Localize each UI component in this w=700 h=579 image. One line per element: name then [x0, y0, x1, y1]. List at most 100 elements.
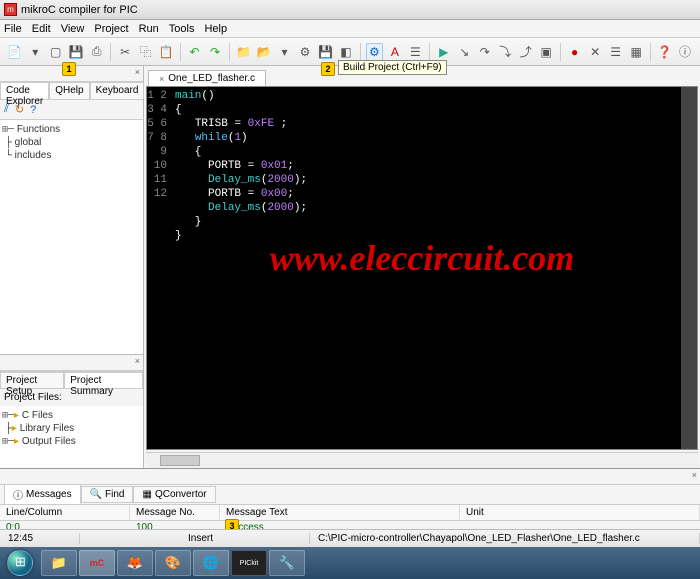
project-tabs: Project Setup Project Summary: [0, 371, 143, 389]
tab-project-setup[interactable]: Project Setup: [0, 372, 64, 388]
close-icon[interactable]: ×: [159, 74, 164, 84]
menu-view[interactable]: View: [61, 23, 85, 35]
save-icon[interactable]: 💾: [67, 43, 84, 61]
new-icon[interactable]: 📄: [6, 43, 23, 61]
project-close-icon[interactable]: ◧: [337, 43, 354, 61]
col-msgtxt[interactable]: Message Text: [220, 505, 460, 520]
step-out-icon[interactable]: ⤴: [517, 43, 534, 61]
pane-header: ×: [0, 469, 700, 485]
file-tab[interactable]: × One_LED_flasher.c: [148, 70, 266, 86]
separator: [650, 43, 651, 61]
copy-icon[interactable]: ⿻: [137, 43, 154, 61]
tab-keyboard[interactable]: Keyboard: [90, 82, 145, 99]
grid-icon: ▦: [142, 489, 151, 500]
task-mikroc[interactable]: mC: [79, 550, 115, 576]
tree-node: ⊞─▸ Output Files: [2, 435, 141, 448]
project-edit-icon[interactable]: ⚙: [296, 43, 313, 61]
separator: [110, 43, 111, 61]
bottom-tabs: ⓘMessages 🔍Find ▦QConvertor: [0, 485, 700, 505]
tab-code-explorer[interactable]: Code Explorer: [0, 82, 49, 99]
tree-node: ⊞─ Functions: [2, 123, 141, 136]
scrollbar-thumb[interactable]: [160, 455, 200, 466]
tab-find[interactable]: 🔍Find: [81, 486, 134, 503]
menu-tools[interactable]: Tools: [169, 23, 195, 35]
info-icon[interactable]: ⓘ: [676, 43, 693, 61]
separator: [560, 43, 561, 61]
build-icon[interactable]: ⚙: [366, 43, 383, 61]
step-icon[interactable]: ↘: [456, 43, 473, 61]
dropdown-icon[interactable]: ▾: [276, 43, 293, 61]
editor-area: × One_LED_flasher.c 1 2 3 4 5 6 7 8 9 10…: [144, 66, 700, 468]
app-icon: m: [4, 3, 17, 16]
stop-icon[interactable]: ▣: [537, 43, 554, 61]
tree-leaf: ├ global: [2, 136, 141, 149]
close-icon[interactable]: ×: [692, 470, 697, 480]
menu-project[interactable]: Project: [94, 23, 128, 35]
code-editor[interactable]: 1 2 3 4 5 6 7 8 9 10 11 12 main() { TRIS…: [146, 86, 698, 450]
open-icon[interactable]: ▢: [47, 43, 64, 61]
tab-qconvertor[interactable]: ▦QConvertor: [133, 486, 215, 503]
close-icon[interactable]: ×: [135, 67, 140, 77]
main-content-row: × Code Explorer QHelp Keyboard ⫽ ↻ ? ⊞─ …: [0, 66, 700, 468]
redo-icon[interactable]: ↷: [206, 43, 223, 61]
task-pickit[interactable]: PICkit: [231, 550, 267, 576]
cut-icon[interactable]: ✂: [116, 43, 133, 61]
tab-project-summary[interactable]: Project Summary: [64, 372, 143, 388]
menu-edit[interactable]: Edit: [32, 23, 51, 35]
code-explorer-tree[interactable]: ⊞─ Functions ├ global └ includes: [0, 120, 143, 354]
debug-icon[interactable]: ▶: [435, 43, 452, 61]
undo-icon[interactable]: ↶: [186, 43, 203, 61]
list-icon[interactable]: ☰: [607, 43, 624, 61]
menu-run[interactable]: Run: [139, 23, 159, 35]
tree-leaf: └ includes: [2, 149, 141, 162]
pane-header: ×: [0, 66, 143, 82]
step-over-icon[interactable]: ↷: [476, 43, 493, 61]
callout-2: 2: [321, 62, 335, 76]
compile-icon[interactable]: Α: [386, 43, 403, 61]
view-asm-icon[interactable]: ☰: [407, 43, 424, 61]
tab-qhelp[interactable]: QHelp: [49, 82, 89, 99]
project-files-tree[interactable]: ⊞─▸ C Files ├▸ Library Files ⊞─▸ Output …: [0, 406, 143, 468]
separator: [180, 43, 181, 61]
task-gimp[interactable]: 🎨: [155, 550, 191, 576]
menu-bar: File Edit View Project Run Tools Help: [0, 20, 700, 38]
help-icon[interactable]: ❓: [656, 43, 673, 61]
print-icon[interactable]: ⎙: [88, 43, 105, 61]
task-eagle[interactable]: 🔧: [269, 550, 305, 576]
pane-header: ×: [0, 355, 143, 371]
project-open-icon[interactable]: 📂: [255, 43, 272, 61]
separator: [360, 43, 361, 61]
breakpoint-icon[interactable]: ●: [566, 43, 583, 61]
window-title: mikroC compiler for PIC: [21, 4, 138, 16]
task-explorer[interactable]: 📁: [41, 550, 77, 576]
help-icon[interactable]: ?: [30, 104, 36, 116]
explorer-tabs: Code Explorer QHelp Keyboard: [0, 82, 143, 100]
search-icon: 🔍: [90, 489, 102, 500]
project-new-icon[interactable]: 📁: [235, 43, 252, 61]
status-mode: Insert: [180, 533, 310, 544]
separator: [429, 43, 430, 61]
code-icon[interactable]: ⫽: [4, 103, 9, 116]
task-chrome[interactable]: 🌐: [193, 550, 229, 576]
refresh-icon[interactable]: ↻: [15, 103, 24, 116]
watch-icon[interactable]: ✕: [586, 43, 603, 61]
step-into-icon[interactable]: ⤵: [497, 43, 514, 61]
tab-messages[interactable]: ⓘMessages: [4, 484, 81, 505]
col-linecol[interactable]: Line/Column: [0, 505, 130, 520]
paste-icon[interactable]: 📋: [157, 43, 174, 61]
close-icon[interactable]: ×: [135, 356, 140, 366]
horizontal-scrollbar[interactable]: [146, 452, 698, 468]
col-unit[interactable]: Unit: [460, 505, 700, 520]
project-save-icon[interactable]: 💾: [317, 43, 334, 61]
menu-help[interactable]: Help: [204, 23, 227, 35]
col-msgno[interactable]: Message No.: [130, 505, 220, 520]
task-firefox[interactable]: 🦊: [117, 550, 153, 576]
dropdown-icon[interactable]: ▾: [26, 43, 43, 61]
side-toolbar: ⫽ ↻ ?: [0, 100, 143, 120]
tool-icon[interactable]: ▦: [627, 43, 644, 61]
main-toolbar: 📄 ▾ ▢ 💾 ⎙ ✂ ⿻ 📋 ↶ ↷ 📁 📂 ▾ ⚙ 💾 ◧ ⚙ Α ☰ ▶ …: [0, 38, 700, 66]
menu-file[interactable]: File: [4, 23, 22, 35]
status-pos: 12:45: [0, 533, 80, 544]
start-button[interactable]: [0, 547, 40, 579]
side-pane: × Code Explorer QHelp Keyboard ⫽ ↻ ? ⊞─ …: [0, 66, 144, 468]
